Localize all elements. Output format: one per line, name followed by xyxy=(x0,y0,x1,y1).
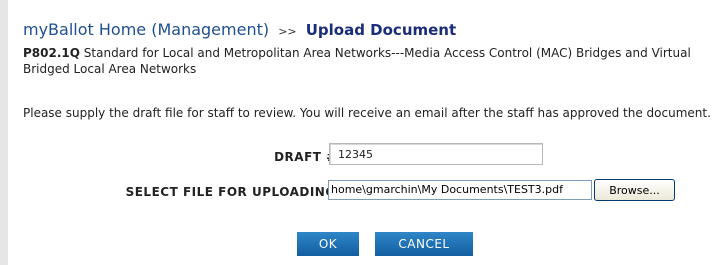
left-border xyxy=(0,0,8,265)
ok-button[interactable]: OK xyxy=(297,232,359,256)
page-header: myBallot Home (Management) >> Upload Doc… xyxy=(23,19,713,43)
cancel-button[interactable]: CANCEL xyxy=(375,232,473,256)
instructions-text: Please supply the draft file for staff t… xyxy=(23,106,711,120)
page-title: Upload Document xyxy=(305,21,457,39)
breadcrumb-separator: >> xyxy=(278,25,297,38)
project-description: P802.1Q Standard for Local and Metropoli… xyxy=(23,45,713,77)
draft-number-input[interactable] xyxy=(329,143,543,165)
upload-document-panel: myBallot Home (Management) >> Upload Doc… xyxy=(23,19,713,256)
file-path-input[interactable]: home\gmarchin\My Documents\TEST3.pdf xyxy=(328,180,592,200)
project-id: P802.1Q xyxy=(23,46,80,60)
browse-button[interactable]: Browse... xyxy=(594,179,675,201)
home-link[interactable]: myBallot Home (Management) xyxy=(23,20,269,39)
file-upload-label: SELECT FILE FOR UPLOADING: xyxy=(125,185,341,199)
project-title: Standard for Local and Metropolitan Area… xyxy=(23,46,691,76)
